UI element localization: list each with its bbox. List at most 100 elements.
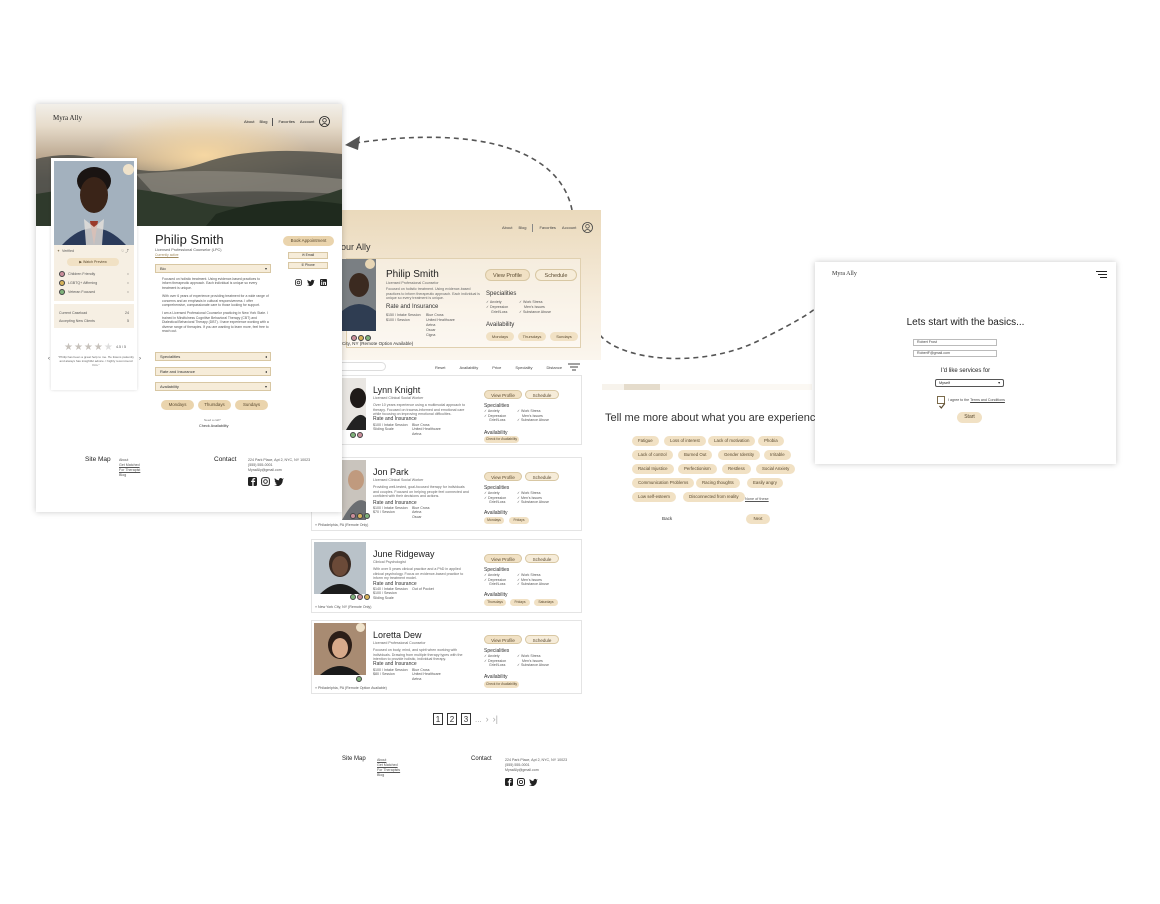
favorite-badge-icon[interactable] xyxy=(365,259,375,269)
availability-button[interactable]: Saturdays xyxy=(534,599,558,606)
filter-reset[interactable]: Reset xyxy=(435,365,445,370)
phone-button[interactable]: ✆ Phone xyxy=(288,262,328,269)
account-icon[interactable] xyxy=(319,116,331,127)
favorite-badge-icon[interactable] xyxy=(123,164,134,175)
instagram-icon[interactable] xyxy=(261,477,270,486)
terms-checkbox[interactable] xyxy=(937,396,946,409)
name-field[interactable]: Robert Frost xyxy=(913,339,997,346)
page-1[interactable]: 1 xyxy=(433,713,443,725)
view-profile-button[interactable]: View Profile xyxy=(484,472,522,481)
symptom-chip[interactable]: Racing thoughts xyxy=(696,478,740,488)
nav-about[interactable]: About xyxy=(502,225,512,230)
nav-blog[interactable]: Blog xyxy=(259,119,267,124)
menu-icon[interactable] xyxy=(1096,271,1107,278)
footer-link[interactable]: Blog xyxy=(119,473,140,478)
symptom-chip[interactable]: Irritable xyxy=(764,450,791,460)
symptom-chip[interactable]: Phobia xyxy=(758,436,784,446)
symptom-chip[interactable]: Lack of motivation xyxy=(708,436,756,446)
brand-logo[interactable]: Myra Ally xyxy=(53,114,82,122)
next-review-icon[interactable]: › xyxy=(139,356,141,362)
services-select[interactable]: Myself ▾ xyxy=(935,379,1004,387)
filter-speciality[interactable]: Speciality xyxy=(515,365,532,370)
nav-about[interactable]: About xyxy=(244,119,254,124)
availability-button[interactable]: Thursdays xyxy=(484,599,506,606)
availability-button[interactable]: Check for Availability xyxy=(484,436,519,443)
filter-price[interactable]: Price xyxy=(492,365,501,370)
specialities-dropdown[interactable]: Specialities ◂ xyxy=(155,352,271,361)
featured-view-profile-button[interactable]: View Profile xyxy=(485,269,530,281)
rate-insurance-dropdown[interactable]: Rate and Insurance ◂ xyxy=(155,367,271,376)
availability-button[interactable]: Fridays xyxy=(510,599,530,606)
page-3[interactable]: 3 xyxy=(461,713,471,725)
none-of-these-link[interactable]: None of these xyxy=(745,497,769,501)
nav-favorites[interactable]: Favorites xyxy=(539,225,555,230)
next-button[interactable]: Next xyxy=(746,514,770,524)
instagram-icon[interactable] xyxy=(517,778,525,786)
schedule-button[interactable]: Schedule xyxy=(525,472,559,481)
schedule-button[interactable]: Schedule xyxy=(525,635,559,644)
footer-link[interactable]: Blog xyxy=(377,773,400,778)
symptom-chip[interactable]: Perfectionism xyxy=(678,464,717,474)
nav-account[interactable]: Account xyxy=(562,225,576,230)
watch-preview-button[interactable]: ▶ Watch Preview xyxy=(67,258,119,266)
schedule-button[interactable]: Schedule xyxy=(525,390,559,399)
facebook-icon[interactable] xyxy=(505,778,513,786)
check-availability-link[interactable]: Check Availability xyxy=(199,424,228,428)
linkedin-icon[interactable] xyxy=(320,279,327,286)
availability-button[interactable]: Fridays xyxy=(509,517,529,524)
email-field[interactable]: RobertF@gmail.com xyxy=(913,350,997,357)
bio-dropdown[interactable]: Bio ▾ xyxy=(155,264,271,273)
email-button[interactable]: ✉ Email xyxy=(288,252,328,259)
nav-blog[interactable]: Blog xyxy=(518,225,526,230)
symptom-chip[interactable]: Social Anxiety xyxy=(756,464,796,474)
availability-dropdown[interactable]: Availability ▾ xyxy=(155,382,271,391)
symptom-chip[interactable]: Easily angry xyxy=(747,478,783,488)
featured-day-button[interactable]: Thursdays xyxy=(518,332,546,341)
symptom-chip[interactable]: Communication Problems xyxy=(632,478,695,488)
availability-button[interactable]: Mondays xyxy=(484,517,504,524)
schedule-button[interactable]: Schedule xyxy=(525,554,559,563)
page-2[interactable]: 2 xyxy=(447,713,457,725)
symptom-chip[interactable]: Fatigue xyxy=(632,436,659,446)
instagram-icon[interactable] xyxy=(295,279,302,286)
day-button[interactable]: Thursdays xyxy=(198,400,231,410)
symptom-chip[interactable]: Low self-esteem xyxy=(632,492,676,502)
prev-review-icon[interactable]: ‹ xyxy=(48,356,50,362)
day-button[interactable]: Sundays xyxy=(235,400,268,410)
featured-schedule-button[interactable]: Schedule xyxy=(535,269,577,281)
twitter-icon[interactable] xyxy=(307,279,315,286)
symptom-chip[interactable]: Restless xyxy=(722,464,751,474)
featured-day-button[interactable]: Sundays xyxy=(550,332,578,341)
view-profile-button[interactable]: View Profile xyxy=(484,554,522,563)
filter-availability[interactable]: Availability xyxy=(459,365,478,370)
twitter-icon[interactable] xyxy=(529,778,538,786)
featured-day-button[interactable]: Mondays xyxy=(486,332,514,341)
share-icon[interactable]: ♡ ⤴ xyxy=(121,249,129,254)
availability-button[interactable]: Check for Availability xyxy=(484,681,519,688)
symptom-chip[interactable]: Burned Out xyxy=(678,450,713,460)
start-button[interactable]: Start xyxy=(957,412,982,423)
symptom-chip[interactable]: Lack of control xyxy=(632,450,673,460)
view-profile-button[interactable]: View Profile xyxy=(484,390,522,399)
back-button[interactable]: Back xyxy=(662,516,672,521)
brand-logo[interactable]: Myra Ally xyxy=(832,271,857,277)
facebook-icon[interactable] xyxy=(248,477,257,486)
nav-account[interactable]: Account xyxy=(300,119,314,124)
terms-link[interactable]: Terms and Conditions xyxy=(970,398,1005,402)
filter-distance[interactable]: Distance xyxy=(547,365,563,370)
day-button[interactable]: Mondays xyxy=(161,400,194,410)
view-profile-button[interactable]: View Profile xyxy=(484,635,522,644)
nav-favorites[interactable]: Favorites xyxy=(278,119,294,124)
therapist-location: Philadelphia, PA (Remote Option Availabl… xyxy=(318,686,387,690)
symptom-chip[interactable]: Gender Identity xyxy=(718,450,761,460)
next-page-icon[interactable]: › xyxy=(486,714,489,724)
symptom-chip[interactable]: Disconnected from reality xyxy=(683,492,745,502)
symptom-chip[interactable]: Loss of interest xyxy=(664,436,706,446)
filter-icon[interactable] xyxy=(568,363,580,371)
account-icon[interactable] xyxy=(582,222,594,233)
book-appointment-button[interactable]: Book Appointment xyxy=(283,236,334,246)
symptom-chip[interactable]: Racial Injustice xyxy=(632,464,674,474)
favorite-icon[interactable] xyxy=(356,623,365,632)
twitter-icon[interactable] xyxy=(274,477,284,486)
last-page-icon[interactable]: ›| xyxy=(493,714,498,724)
